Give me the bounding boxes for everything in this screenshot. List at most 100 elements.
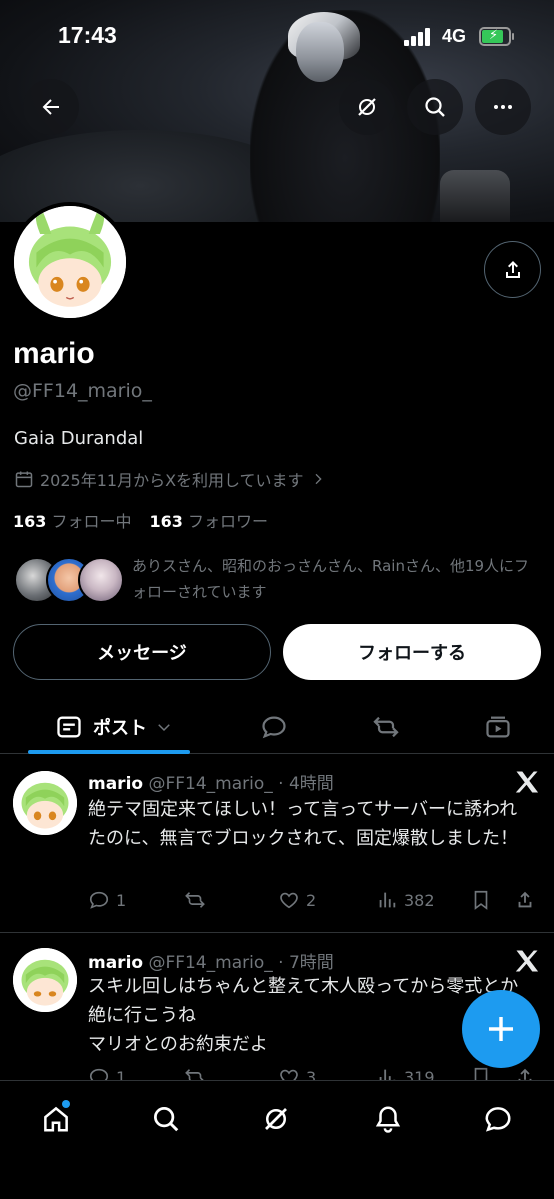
- arrow-left-icon: [42, 99, 59, 115]
- repost-icon: [185, 892, 205, 908]
- followed-by-text: ありスさん、昭和のおっさんさん、Rainさん、他19人にフォローされています: [132, 557, 530, 601]
- follower-avatar: [78, 557, 124, 603]
- search-icon: [425, 97, 445, 117]
- share-icon: [518, 891, 532, 908]
- post-avatar[interactable]: [13, 948, 77, 1012]
- reply-icon: [89, 891, 109, 909]
- heart-icon: [280, 892, 298, 909]
- bookmark-icon: [474, 1067, 488, 1080]
- followers-count: 163: [149, 512, 183, 531]
- search-icon: [154, 1107, 179, 1132]
- views-count: 382: [404, 890, 435, 910]
- follow-button[interactable]: フォローする: [283, 624, 541, 680]
- charging-icon: ⚡: [489, 28, 499, 43]
- post-meta: @FF14_mario_ · 7時間: [148, 953, 334, 973]
- repost-button[interactable]: [184, 889, 212, 911]
- network-type: 4G: [442, 26, 467, 46]
- following-link[interactable]: 163 フォロー中: [13, 512, 132, 531]
- reply-count: 1: [116, 890, 127, 910]
- message-bubble-icon: [485, 1107, 511, 1132]
- media-icon: [486, 716, 510, 738]
- profile-avatar[interactable]: [10, 202, 130, 322]
- followers-link[interactable]: 163 フォロワー: [150, 512, 269, 531]
- profile-joined[interactable]: 2025年11月からXを利用しています: [14, 467, 326, 491]
- post-actions: 1 3 319: [88, 1066, 538, 1080]
- nav-notifications[interactable]: [368, 1099, 408, 1139]
- avatar-image: [13, 948, 77, 1012]
- post-header: mario @FF14_mario_ · 4時間: [88, 769, 334, 794]
- joined-text: 2025年11月からXを利用しています: [40, 471, 304, 490]
- avatar-image: [13, 771, 77, 835]
- post-text: スキル回しはちゃんと整えて木人殴ってから零式とか絶に行こうね マリオとのお約束だ…: [88, 976, 519, 1055]
- post-author-name[interactable]: mario: [88, 953, 143, 973]
- home-icon: [44, 1106, 68, 1132]
- grok-button[interactable]: [339, 79, 395, 135]
- repost-button[interactable]: [184, 1066, 212, 1080]
- views-icon: [379, 1069, 396, 1080]
- message-button[interactable]: メッセージ: [13, 624, 271, 680]
- like-button[interactable]: 2: [278, 889, 316, 911]
- reply-bubble-icon: [262, 716, 286, 739]
- following-label: フォロー中: [51, 512, 132, 531]
- share-profile-button[interactable]: [484, 241, 541, 298]
- nav-messages[interactable]: [478, 1099, 518, 1139]
- reply-button[interactable]: 1: [88, 889, 126, 911]
- views-count: 319: [404, 1067, 435, 1081]
- chevron-down-icon: [158, 724, 170, 732]
- bookmark-button[interactable]: [470, 889, 492, 911]
- nav-search[interactable]: [146, 1099, 186, 1139]
- search-button[interactable]: [407, 79, 463, 135]
- profile-name: mario: [13, 337, 95, 370]
- post-actions: 1 2 382: [88, 889, 538, 917]
- grok-icon: [265, 1108, 287, 1130]
- post-meta: @FF14_mario_ · 4時間: [148, 774, 334, 794]
- heart-icon: [280, 1069, 298, 1080]
- signal-icon: [404, 28, 434, 46]
- repost-icon: [185, 1069, 204, 1080]
- post-avatar[interactable]: [13, 771, 77, 835]
- share-icon: [518, 1068, 532, 1080]
- post-card[interactable]: mario @FF14_mario_ · 4時間 絶テマ固定来てほしい！って言っ…: [0, 755, 554, 933]
- chevron-right-icon: [315, 473, 322, 485]
- following-count: 163: [13, 512, 47, 531]
- banner-object: [440, 170, 510, 222]
- profile-tabs: ポスト: [0, 700, 554, 754]
- views-button[interactable]: 319: [376, 1066, 435, 1080]
- like-count: 2: [306, 890, 317, 910]
- back-button[interactable]: [23, 79, 79, 135]
- more-button[interactable]: [475, 79, 531, 135]
- grok-icon: [358, 98, 376, 116]
- bookmark-button[interactable]: [470, 1066, 492, 1080]
- tab-posts-label: ポスト: [93, 718, 147, 739]
- followers-label: フォロワー: [188, 512, 269, 531]
- x-logo-icon: [515, 771, 539, 793]
- tab-media[interactable]: [476, 700, 520, 754]
- reply-button[interactable]: 1: [88, 1066, 126, 1080]
- compose-post-button[interactable]: [462, 990, 540, 1068]
- post-text: 絶テマ固定来てほしい！って言ってサーバーに誘われたのに、無言でブロックされて、固…: [88, 799, 519, 849]
- profile-handle: @FF14_mario_: [13, 380, 152, 402]
- bottom-navigation: [0, 1080, 554, 1199]
- more-horizontal-icon: [494, 105, 512, 109]
- tab-reposts[interactable]: [364, 700, 408, 754]
- bookmark-icon: [474, 890, 488, 910]
- battery-icon: ⚡: [479, 27, 514, 46]
- views-button[interactable]: 382: [376, 889, 435, 911]
- reply-count: 1: [116, 1067, 127, 1081]
- views-icon: [379, 892, 396, 908]
- post-author-name[interactable]: mario: [88, 774, 143, 794]
- profile-bio: Gaia Durandal: [14, 428, 144, 449]
- share-button[interactable]: [514, 889, 536, 911]
- share-button[interactable]: [514, 1066, 536, 1080]
- calendar-icon: [15, 471, 33, 488]
- bell-icon: [375, 1106, 401, 1133]
- tab-replies[interactable]: [252, 700, 296, 754]
- status-bar: 17:43 4G ⚡: [0, 0, 554, 74]
- profile-stats: 163 フォロー中 163 フォロワー: [13, 508, 268, 532]
- x-logo-icon: [515, 950, 539, 972]
- followed-by-row[interactable]: ありスさん、昭和のおっさんさん、Rainさん、他19人にフォローされています: [14, 553, 534, 605]
- nav-grok[interactable]: [256, 1099, 296, 1139]
- like-button[interactable]: 3: [278, 1066, 316, 1080]
- nav-home[interactable]: [36, 1099, 76, 1139]
- tab-posts[interactable]: ポスト: [44, 700, 184, 754]
